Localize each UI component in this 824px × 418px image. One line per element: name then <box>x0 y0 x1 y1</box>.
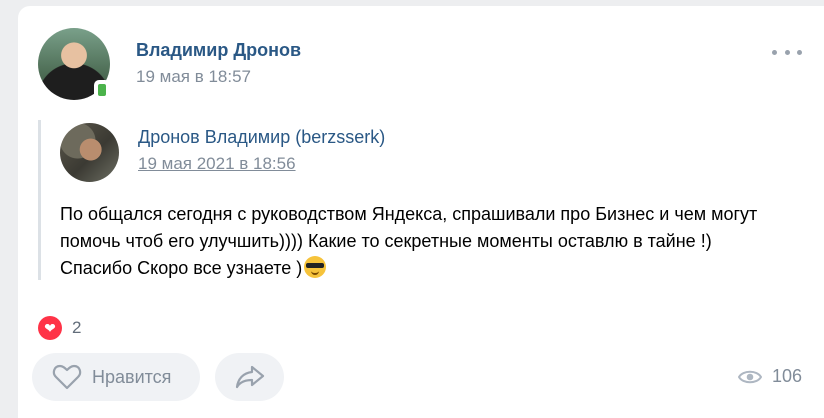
repost-avatar[interactable] <box>60 123 119 182</box>
repost-border <box>38 120 41 280</box>
like-label: Нравится <box>92 366 172 387</box>
post-text: По общался сегодня с руководством Яндекс… <box>60 201 780 282</box>
author-name[interactable]: Владимир Дронов <box>136 40 301 61</box>
repost-date[interactable]: 19 мая 2021 в 18:56 <box>138 154 296 174</box>
heart-reaction-icon: ❤ <box>38 316 62 340</box>
heart-outline-icon <box>52 364 82 390</box>
sunglasses-emoji-icon <box>304 256 327 278</box>
reaction-count: 2 <box>72 318 82 337</box>
post-card: Владимир Дронов 19 мая в 18:57 Дронов Вл… <box>18 6 824 418</box>
share-button[interactable] <box>215 353 284 401</box>
views-count: 106 <box>772 366 803 386</box>
reactions[interactable]: ❤ 2 <box>38 316 81 340</box>
like-button[interactable]: Нравится <box>32 353 200 401</box>
more-icon[interactable] <box>772 45 802 59</box>
eye-icon <box>738 370 762 383</box>
share-icon <box>235 365 264 389</box>
repost-author-name[interactable]: Дронов Владимир (berzsserk) <box>138 127 385 148</box>
post-date[interactable]: 19 мая в 18:57 <box>136 67 251 87</box>
views: 106 <box>738 366 802 387</box>
post-text-body: По общался сегодня с руководством Яндекс… <box>60 204 758 278</box>
online-phone-icon <box>94 80 110 100</box>
